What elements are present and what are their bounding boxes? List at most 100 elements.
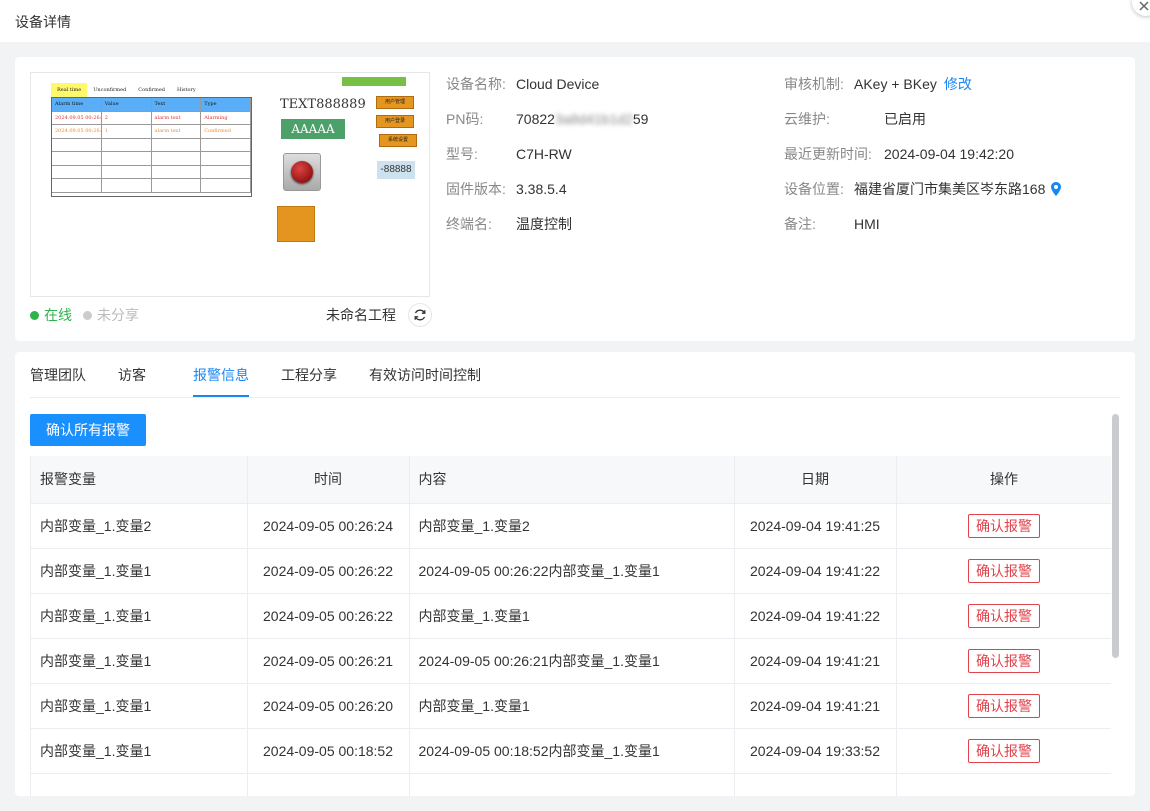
preview-cell: 1 (102, 125, 152, 138)
info-value: Cloud Device (516, 76, 600, 92)
preview-knob (283, 153, 321, 191)
cell-content: 2024-09-05 00:18:52内部变量_1.变量1 (409, 728, 735, 774)
cell-content: 2024-09-05 00:26:21内部变量_1.变量1 (409, 638, 735, 684)
info-label: 终端名: (446, 216, 492, 232)
preview-cell: 2024.09.05 00:26:24 (52, 125, 102, 138)
preview-tabs: Real time Unconfirmed Confirmed History (51, 83, 202, 97)
modal-header: 设备详情 (0, 0, 1150, 42)
info-value: C7H-RW (516, 146, 572, 162)
preview-cell: Confirmed (201, 125, 251, 138)
confirm-alarm-button[interactable]: 确认报警 (968, 738, 1040, 763)
confirm-all-alarms-button[interactable]: 确认所有报警 (30, 414, 146, 446)
refresh-icon (414, 309, 426, 321)
preview-green-bar (342, 77, 406, 86)
confirm-alarm-button[interactable]: 确认报警 (968, 693, 1040, 718)
table-scrollbar[interactable] (1112, 414, 1119, 658)
cell-content (409, 773, 735, 796)
cell-date: 2024-09-04 19:41:22 (734, 593, 897, 639)
preview-tab: History (176, 87, 196, 93)
table-row: 内部变量_1.变量2 2024-09-05 00:26:24 内部变量_1.变量… (31, 503, 1111, 549)
modal-title: 设备详情 (15, 14, 71, 30)
location-pin-icon[interactable] (1051, 181, 1062, 201)
audit-value: AKey + BKey (854, 76, 937, 92)
info-label: 最近更新时间: (784, 146, 872, 162)
location-value: 福建省厦门市集美区岑东路168 (854, 181, 1046, 197)
confirm-alarm-button[interactable]: 确认报警 (968, 603, 1040, 628)
online-label: 在线 (44, 307, 72, 323)
table-row: 内部变量_1.变量1 2024-09-05 00:18:52 2024-09-0… (31, 728, 1111, 774)
preview-cell: Alarming (201, 111, 251, 124)
status-row: 在线 未分享 未命名工程 (30, 303, 432, 327)
cell-date (734, 773, 897, 796)
cell-content: 内部变量_1.变量2 (409, 503, 735, 549)
table-header-row: 报警变量 时间 内容 日期 操作 (31, 456, 1111, 504)
cell-variable (31, 773, 248, 796)
close-icon (1139, 1, 1149, 11)
tab-access-time-control[interactable]: 有效访问时间控制 (369, 366, 481, 384)
pn-blurred: 3a8d41b1d2 (554, 111, 633, 127)
preview-text-button: AAAAA (281, 119, 345, 139)
modify-link[interactable]: 修改 (944, 76, 972, 92)
cell-action: 确认报警 (896, 683, 1111, 729)
pn-prefix: 70822 (516, 111, 555, 127)
cell-action: 确认报警 (896, 638, 1111, 684)
tab-visitors[interactable]: 访客 (118, 366, 146, 384)
info-value: 福建省厦门市集美区岑东路168 (854, 179, 1062, 201)
refresh-button[interactable] (408, 303, 432, 327)
preview-side-button: 系统设置 (379, 134, 417, 147)
cell-variable: 内部变量_1.变量1 (31, 638, 248, 684)
info-value: 温度控制 (516, 216, 572, 232)
preview-header-cell: Alarm time (52, 98, 102, 111)
cell-date: 2024-09-04 19:41:22 (734, 548, 897, 594)
preview-cell: alarm text (152, 125, 202, 138)
table-row (31, 773, 1111, 796)
confirm-alarm-button[interactable]: 确认报警 (968, 513, 1040, 538)
cell-variable: 内部变量_1.变量2 (31, 503, 248, 549)
device-info-card: Real time Unconfirmed Confirmed History … (15, 57, 1135, 341)
info-value: AKey + BKey 修改 (854, 74, 972, 94)
header-action: 操作 (896, 456, 1111, 504)
info-label: 设备位置: (784, 181, 844, 197)
alarm-card: 管理团队 访客 报警信息 工程分享 有效访问时间控制 确认所有报警 报警变量 时… (15, 352, 1135, 796)
online-dot-icon (30, 310, 39, 320)
preview-square (277, 206, 315, 242)
preview-tab: Confirmed (138, 87, 165, 93)
preview-cell: 2024.09.05 00:26:24 (52, 111, 102, 124)
preview-header-cell: Value (102, 98, 152, 111)
cell-content: 内部变量_1.变量1 (409, 593, 735, 639)
info-value: 已启用 (884, 111, 926, 127)
header-time: 时间 (247, 456, 410, 504)
confirm-alarm-button[interactable]: 确认报警 (968, 558, 1040, 583)
table-row: 内部变量_1.变量1 2024-09-05 00:26:20 内部变量_1.变量… (31, 683, 1111, 729)
tab-bar: 管理团队 访客 报警信息 工程分享 有效访问时间控制 (30, 352, 1120, 398)
cell-time: 2024-09-05 00:26:20 (247, 683, 410, 729)
confirm-alarm-button[interactable]: 确认报警 (968, 648, 1040, 673)
active-tab-indicator (193, 395, 249, 397)
cell-time (247, 773, 410, 796)
info-label: 型号: (446, 146, 478, 162)
cell-date: 2024-09-04 19:41:25 (734, 503, 897, 549)
table-row: 内部变量_1.变量1 2024-09-05 00:26:22 内部变量_1.变量… (31, 593, 1111, 639)
cell-date: 2024-09-04 19:41:21 (734, 683, 897, 729)
cell-variable: 内部变量_1.变量1 (31, 728, 248, 774)
info-value: 708223a8d41b1d259 (516, 109, 648, 129)
info-label: 审核机制: (784, 76, 844, 92)
preview-cell: alarm text (152, 111, 202, 124)
cell-time: 2024-09-05 00:26:22 (247, 593, 410, 639)
tab-project-share[interactable]: 工程分享 (281, 366, 337, 384)
tab-management-team[interactable]: 管理团队 (30, 366, 86, 384)
preview-header-cell: Type (201, 98, 251, 111)
info-label: 备注: (784, 216, 816, 232)
project-preview[interactable]: Real time Unconfirmed Confirmed History … (30, 72, 430, 297)
tab-alarm-info[interactable]: 报警信息 (193, 366, 249, 384)
cell-content: 2024-09-05 00:26:22内部变量_1.变量1 (409, 548, 735, 594)
preview-tab: Unconfirmed (93, 87, 127, 93)
cell-action: 确认报警 (896, 548, 1111, 594)
cell-variable: 内部变量_1.变量1 (31, 683, 248, 729)
cell-time: 2024-09-05 00:26:22 (247, 548, 410, 594)
preview-number-display: -88888 (377, 161, 415, 179)
cell-time: 2024-09-05 00:26:21 (247, 638, 410, 684)
cell-variable: 内部变量_1.变量1 (31, 593, 248, 639)
preview-text-label: TEXT888889 (280, 97, 366, 112)
table-row: 内部变量_1.变量1 2024-09-05 00:26:22 2024-09-0… (31, 548, 1111, 594)
